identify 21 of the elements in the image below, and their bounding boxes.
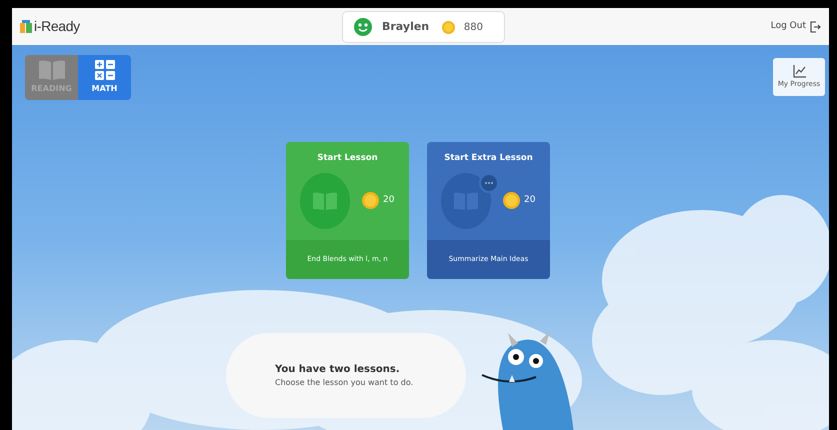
coin-icon [503, 192, 520, 210]
message-text: Choose the lesson you want to do. [275, 377, 414, 389]
coin-icon [442, 20, 455, 34]
smiley-icon [354, 18, 372, 36]
coin-reward: 20 [383, 194, 394, 207]
book-icon [38, 60, 64, 80]
log-out-icon [810, 20, 821, 32]
card-title: Start Extra Lesson [444, 152, 533, 165]
coin-count: 880 [464, 20, 483, 34]
user-name: Braylen [382, 18, 430, 35]
subject-tab[interactable]: MATH [78, 55, 131, 100]
coin-icon [362, 192, 379, 210]
chart-icon [792, 64, 806, 78]
log-out-button[interactable]: Log Out [770, 20, 821, 34]
card-title: Start Lesson [317, 152, 378, 165]
book-icon [441, 170, 499, 231]
message-title: You have two lessons. [275, 363, 401, 377]
logo-icon [20, 20, 32, 33]
coin-reward: 20 [524, 194, 536, 207]
calculator-icon [94, 60, 114, 80]
logo-text: i-Ready [34, 17, 80, 36]
